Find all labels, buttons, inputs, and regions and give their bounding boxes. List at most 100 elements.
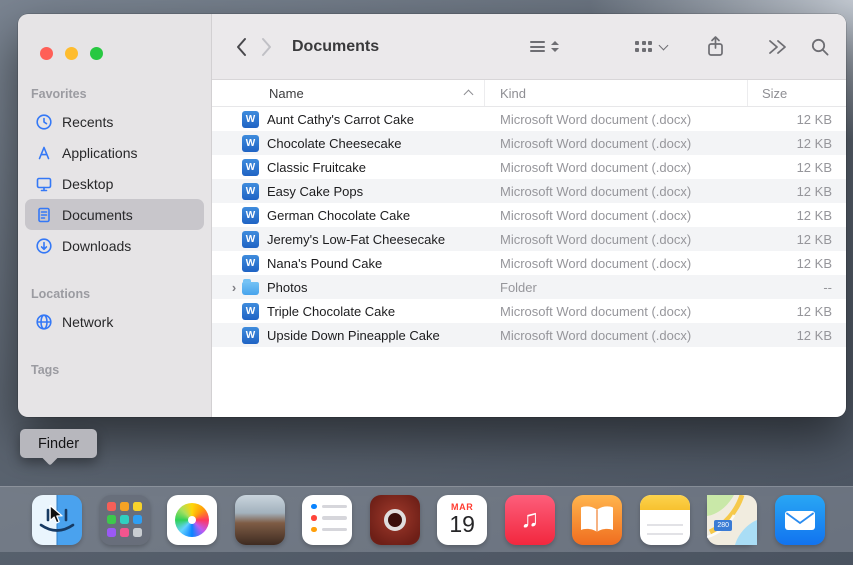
table-row[interactable]: Photos Folder --: [212, 275, 846, 299]
sidebar-item-applications[interactable]: Applications: [25, 137, 204, 168]
forward-button[interactable]: [254, 34, 280, 60]
file-kind: Microsoft Word document (.docx): [500, 183, 692, 199]
calendar-month-label: MAR: [451, 501, 474, 512]
file-size: 12 KB: [796, 111, 832, 127]
name-cell: W Classic Fruitcake: [212, 158, 485, 176]
table-row[interactable]: W Chocolate Cheesecake Microsoft Word do…: [212, 131, 846, 155]
file-kind: Folder: [500, 279, 537, 295]
close-button[interactable]: [40, 47, 53, 60]
more-toolbar-items-button[interactable]: [766, 39, 788, 55]
finder-window: Favorites Recents Applications Desktop D…: [18, 14, 846, 417]
file-name: Nana's Pound Cake: [267, 255, 383, 271]
toolbar: Documents: [212, 14, 846, 80]
disclosure-chevron-icon[interactable]: [226, 280, 242, 295]
dock-item-books[interactable]: [572, 494, 623, 545]
desktop-icon: [36, 177, 52, 191]
file-size: 12 KB: [796, 183, 832, 199]
sidebar-item-label: Downloads: [62, 237, 132, 254]
reminders-line-icon: [311, 503, 352, 509]
file-kind: Microsoft Word document (.docx): [500, 135, 692, 151]
column-header-size[interactable]: Size: [748, 80, 846, 106]
table-row[interactable]: W Nana's Pound Cake Microsoft Word docum…: [212, 251, 846, 275]
chevron-right-icon: [262, 37, 271, 56]
launchpad-grid-icon: [107, 502, 143, 537]
dock-item-photo-booth[interactable]: [369, 494, 420, 545]
chevron-left-icon: [237, 37, 246, 56]
table-row[interactable]: W Classic Fruitcake Microsoft Word docum…: [212, 155, 846, 179]
file-size: 12 KB: [796, 303, 832, 319]
share-button[interactable]: [705, 35, 726, 58]
dock-item-maps[interactable]: 280: [707, 494, 758, 545]
file-name: Triple Chocolate Cake: [267, 303, 396, 319]
table-row[interactable]: W Easy Cake Pops Microsoft Word document…: [212, 179, 846, 203]
table-row[interactable]: W Jeremy's Low-Fat Cheesecake Microsoft …: [212, 227, 846, 251]
zoom-button[interactable]: [90, 47, 103, 60]
sidebar-item-recents[interactable]: Recents: [25, 106, 204, 137]
sidebar-item-network[interactable]: Network: [25, 306, 204, 337]
sidebar-section-tags: Tags: [31, 363, 60, 377]
dock-item-notes[interactable]: [639, 494, 690, 545]
file-kind: Microsoft Word document (.docx): [500, 327, 692, 343]
file-size: 12 KB: [796, 231, 832, 247]
file-icon: W: [242, 326, 259, 344]
name-cell: W Aunt Cathy's Carrot Cake: [212, 110, 485, 128]
dock-item-music[interactable]: [504, 494, 555, 545]
group-button[interactable]: [635, 40, 669, 52]
column-header-name[interactable]: Name: [212, 80, 485, 106]
file-icon: W: [242, 134, 259, 152]
file-icon: W: [242, 206, 259, 224]
sidebar-item-desktop[interactable]: Desktop: [25, 168, 204, 199]
sort-ascending-icon: [463, 89, 474, 100]
column-header-kind[interactable]: Kind: [485, 80, 748, 106]
dock-item-calendar[interactable]: MAR 19: [437, 494, 488, 545]
back-button[interactable]: [228, 34, 254, 60]
download-icon: [36, 237, 52, 254]
file-kind: Microsoft Word document (.docx): [500, 207, 692, 223]
sidebar-item-label: Documents: [62, 206, 133, 223]
tooltip-label: Finder: [37, 435, 80, 452]
table-row[interactable]: W Upside Down Pineapple Cake Microsoft W…: [212, 323, 846, 347]
file-icon: W: [242, 254, 259, 272]
dock-item-finder[interactable]: [32, 494, 82, 545]
file-icon: W: [242, 182, 259, 200]
dock-item-mail[interactable]: [774, 494, 825, 545]
search-icon: [811, 38, 829, 55]
name-cell: W Upside Down Pineapple Cake: [212, 326, 485, 344]
dock-item-reminders[interactable]: [302, 494, 353, 545]
desktop: Favorites Recents Applications Desktop D…: [0, 0, 853, 565]
column-label: Kind: [500, 85, 527, 101]
dock-item-launchpad[interactable]: [99, 494, 150, 545]
file-size: --: [823, 279, 832, 295]
file-name: Classic Fruitcake: [267, 159, 366, 175]
table-row[interactable]: W Aunt Cathy's Carrot Cake Microsoft Wor…: [212, 107, 846, 131]
dock-item-photos[interactable]: [167, 494, 218, 545]
table-row[interactable]: W German Chocolate Cake Microsoft Word d…: [212, 203, 846, 227]
view-list-button[interactable]: [530, 39, 559, 55]
file-icon: [242, 279, 259, 295]
table-row[interactable]: W Triple Chocolate Cake Microsoft Word d…: [212, 299, 846, 323]
document-icon: [38, 207, 50, 222]
minimize-button[interactable]: [65, 47, 78, 60]
file-name: German Chocolate Cake: [267, 207, 411, 223]
sidebar-item-label: Recents: [62, 113, 114, 130]
finder-face-icon: [39, 494, 75, 545]
file-name: Upside Down Pineapple Cake: [267, 327, 440, 343]
file-name: Aunt Cathy's Carrot Cake: [267, 111, 414, 127]
window-main: Documents Name Kind Size W Aunt Cathy's …: [212, 14, 846, 417]
file-icon: W: [242, 158, 259, 176]
file-name: Chocolate Cheesecake: [267, 135, 402, 151]
sidebar: Favorites Recents Applications Desktop D…: [18, 14, 212, 417]
dock-item-photo-thumbnail[interactable]: [234, 494, 285, 545]
file-size: 12 KB: [796, 327, 832, 343]
name-cell: W German Chocolate Cake: [212, 206, 485, 224]
sidebar-item-label: Network: [62, 313, 114, 330]
dock-app-tooltip: Finder: [20, 429, 97, 458]
reminders-line-icon: [311, 526, 352, 532]
file-size: 12 KB: [796, 207, 832, 223]
open-book-icon: [581, 505, 614, 532]
share-icon: [708, 36, 723, 56]
search-button[interactable]: [810, 37, 830, 57]
sidebar-item-downloads[interactable]: Downloads: [25, 230, 204, 261]
name-cell: W Nana's Pound Cake: [212, 254, 485, 272]
sidebar-item-documents[interactable]: Documents: [25, 199, 204, 230]
